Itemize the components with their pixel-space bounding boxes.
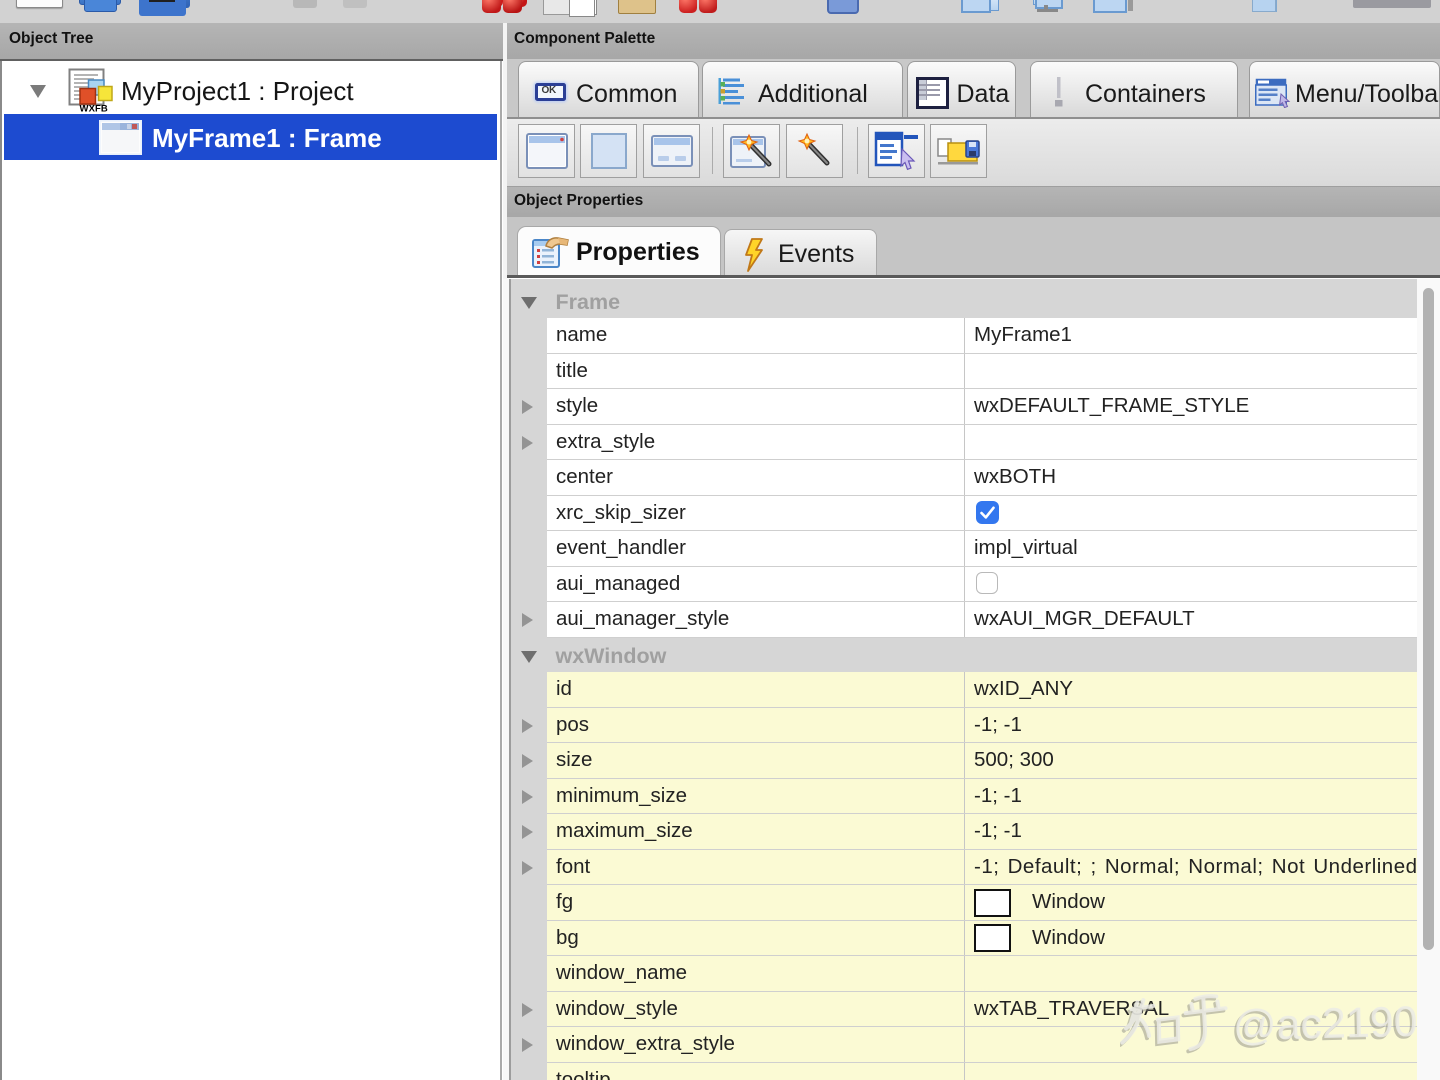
svg-text:@ac2190: @ac2190: [1232, 998, 1418, 1050]
svg-text:WXFB: WXFB: [80, 104, 108, 114]
